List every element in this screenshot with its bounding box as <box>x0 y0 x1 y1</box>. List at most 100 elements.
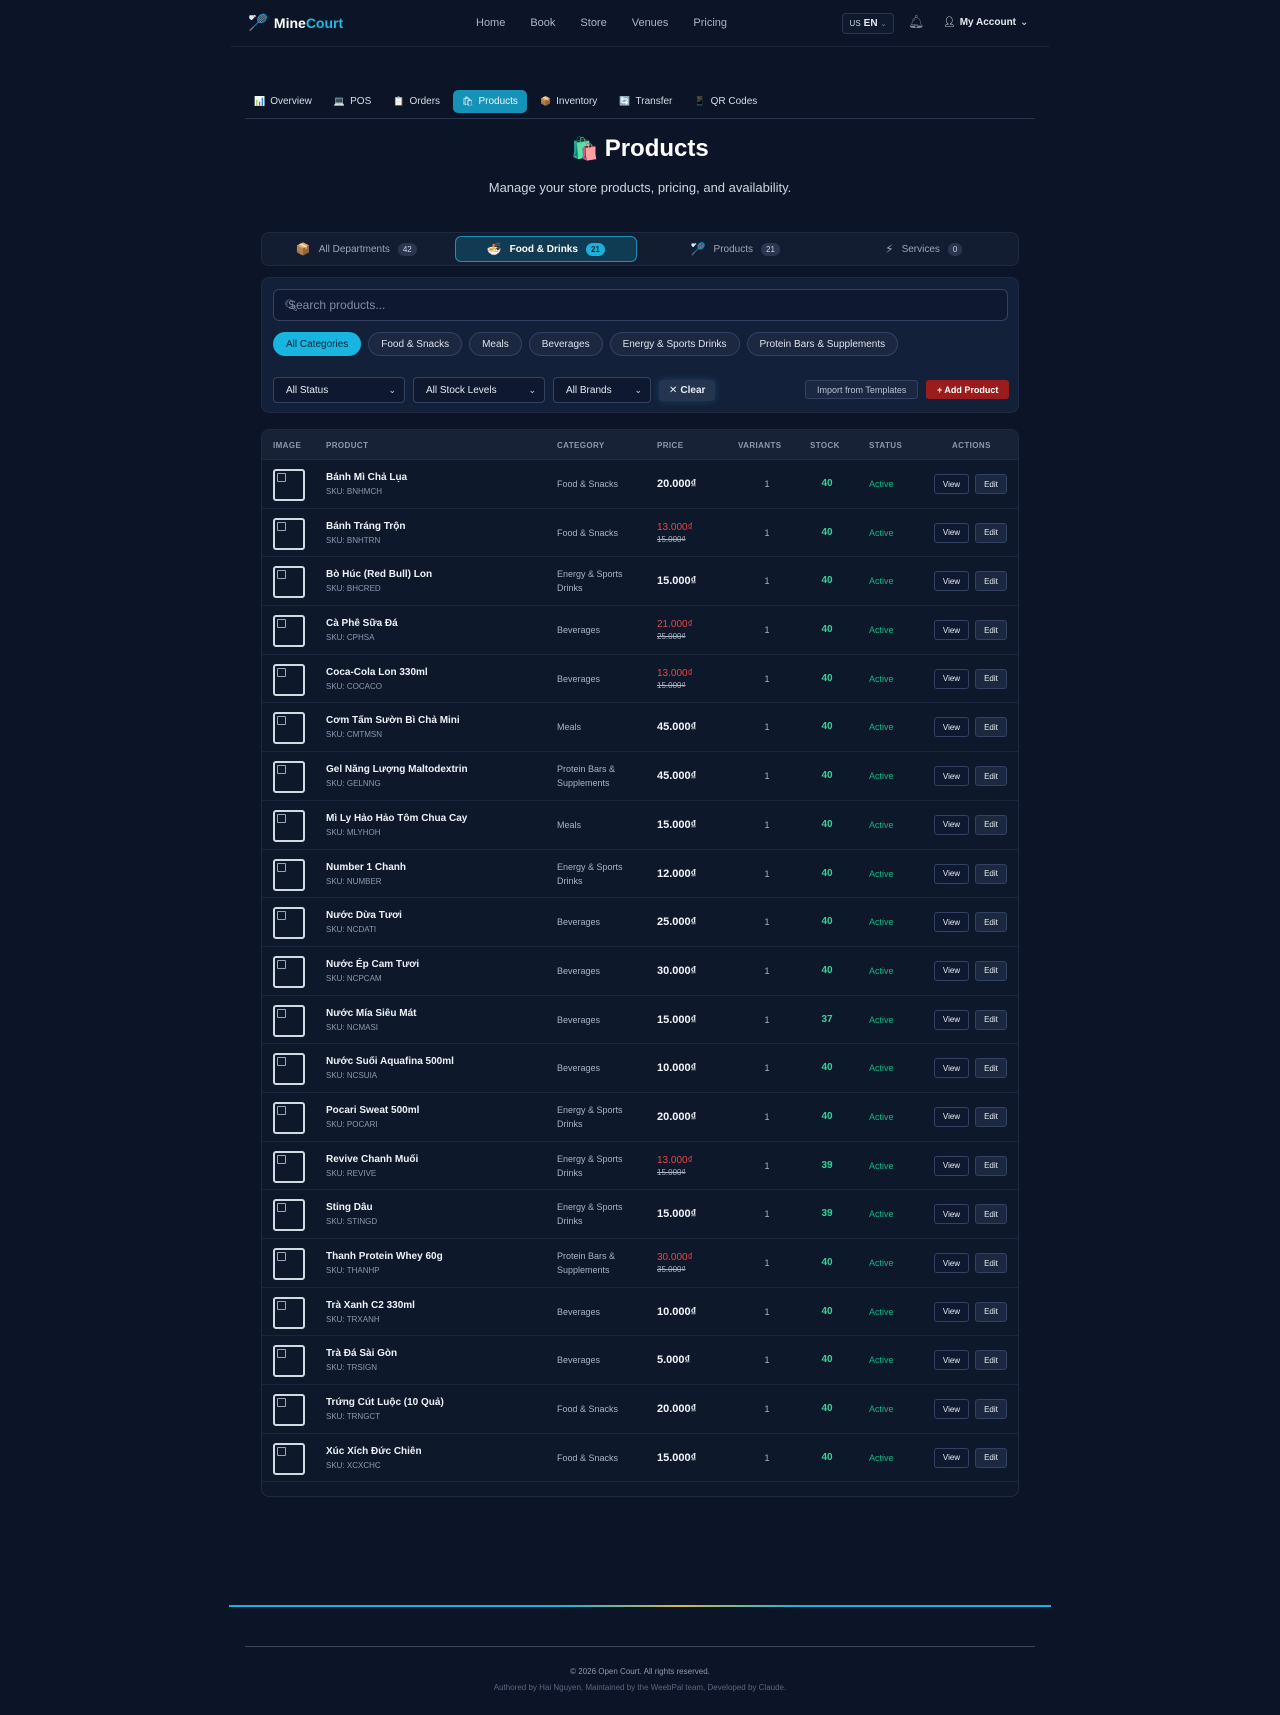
product-name[interactable]: Sting Dâu <box>326 1202 373 1213</box>
product-stock: 40 <box>821 575 833 587</box>
nav-pricing[interactable]: Pricing <box>693 17 727 29</box>
edit-button[interactable]: Edit <box>975 522 1007 543</box>
product-name[interactable]: Thanh Protein Whey 60g <box>326 1251 443 1262</box>
product-name[interactable]: Cơm Tấm Sườn Bì Chả Mini <box>326 715 460 726</box>
view-button[interactable]: View <box>934 912 969 933</box>
bell-icon[interactable]: 🔔︎ <box>908 14 925 30</box>
product-sku: SKU: CMTMSN <box>326 730 382 740</box>
product-name[interactable]: Trà Xanh C2 330ml <box>326 1300 415 1311</box>
category-chip[interactable]: All Categories <box>273 332 362 356</box>
department-tab-products[interactable]: 🏸 Products 21 <box>645 236 826 262</box>
status-select[interactable]: All Status ⌄ <box>273 377 405 403</box>
edit-button[interactable]: Edit <box>975 1106 1007 1127</box>
product-name[interactable]: Bánh Tráng Trộn <box>326 521 405 532</box>
product-name[interactable]: Trứng Cút Luộc (10 Quả) <box>326 1397 444 1408</box>
edit-button[interactable]: Edit <box>975 960 1007 981</box>
view-button[interactable]: View <box>934 1301 969 1322</box>
tab-inventory[interactable]: 📦 Inventory <box>531 90 606 113</box>
clear-filters-button[interactable]: ✕ Clear <box>659 379 716 401</box>
brand-select[interactable]: All Brands ⌄ <box>553 377 651 403</box>
tab-pos[interactable]: 💻 POS <box>325 90 380 113</box>
product-name[interactable]: Trà Đá Sài Gòn <box>326 1348 397 1359</box>
logo[interactable]: 🏸 Mine Court <box>248 13 343 33</box>
product-name[interactable]: Pocari Sweat 500ml <box>326 1105 419 1116</box>
edit-button[interactable]: Edit <box>975 1204 1007 1225</box>
nav-store[interactable]: Store <box>580 17 606 29</box>
view-button[interactable]: View <box>934 1350 969 1371</box>
category-chip[interactable]: Energy & Sports Drinks <box>609 332 740 356</box>
add-product-button[interactable]: + Add Product <box>926 380 1010 399</box>
nav-book[interactable]: Book <box>530 17 555 29</box>
view-button[interactable]: View <box>934 863 969 884</box>
view-button[interactable]: View <box>934 474 969 494</box>
tab-transfer[interactable]: 🔄 Transfer <box>610 90 681 113</box>
edit-button[interactable]: Edit <box>975 1155 1007 1176</box>
edit-button[interactable]: Edit <box>975 1350 1007 1371</box>
stock-select[interactable]: All Stock Levels ⌄ <box>413 377 545 403</box>
view-button[interactable]: View <box>934 814 969 835</box>
edit-button[interactable]: Edit <box>975 620 1007 641</box>
department-tab-food-drinks[interactable]: 🍜 Food & Drinks 21 <box>454 236 637 262</box>
department-tab-services[interactable]: ⚡ Services 0 <box>834 236 1015 262</box>
product-name[interactable]: Bánh Mì Chả Lụa <box>326 472 407 483</box>
product-sku: SKU: GELNNG <box>326 779 381 789</box>
view-button[interactable]: View <box>934 620 969 641</box>
product-name[interactable]: Gel Năng Lượng Maltodextrin <box>326 764 468 775</box>
view-button[interactable]: View <box>934 1106 969 1127</box>
tab-orders[interactable]: 📋 Orders <box>384 90 449 113</box>
product-name[interactable]: Revive Chanh Muối <box>326 1154 418 1165</box>
nav-venues[interactable]: Venues <box>632 17 669 29</box>
edit-button[interactable]: Edit <box>975 1399 1007 1420</box>
edit-button[interactable]: Edit <box>975 474 1007 494</box>
edit-button[interactable]: Edit <box>975 1301 1007 1322</box>
view-button[interactable]: View <box>934 1447 969 1468</box>
view-button[interactable]: View <box>934 522 969 543</box>
edit-button[interactable]: Edit <box>975 668 1007 689</box>
product-name[interactable]: Nước Ép Cam Tươi <box>326 959 419 970</box>
product-name[interactable]: Mì Ly Hảo Hảo Tôm Chua Cay <box>326 813 467 824</box>
view-button[interactable]: View <box>934 1399 969 1420</box>
category-chip[interactable]: Food & Snacks <box>368 332 463 356</box>
edit-button[interactable]: Edit <box>975 766 1007 787</box>
edit-button[interactable]: Edit <box>975 717 1007 738</box>
product-name[interactable]: Nước Mía Siêu Mát <box>326 1008 416 1019</box>
product-name[interactable]: Coca-Cola Lon 330ml <box>326 667 428 678</box>
product-price: 45.000₫ <box>657 752 696 800</box>
edit-button[interactable]: Edit <box>975 814 1007 835</box>
edit-button[interactable]: Edit <box>975 863 1007 884</box>
category-chip[interactable]: Beverages <box>528 332 603 356</box>
product-name[interactable]: Bò Húc (Red Bull) Lon <box>326 569 432 580</box>
view-button[interactable]: View <box>934 1058 969 1079</box>
tab-qr-codes[interactable]: 📱 QR Codes <box>685 90 766 113</box>
view-button[interactable]: View <box>934 1253 969 1273</box>
view-button[interactable]: View <box>934 1204 969 1225</box>
view-button[interactable]: View <box>934 668 969 689</box>
view-button[interactable]: View <box>934 960 969 981</box>
import-templates-button[interactable]: Import from Templates <box>805 380 919 399</box>
view-button[interactable]: View <box>934 571 969 592</box>
tab-products[interactable]: 🛍 Products <box>453 90 527 113</box>
edit-button[interactable]: Edit <box>975 1009 1007 1030</box>
view-button[interactable]: View <box>934 717 969 738</box>
nav-home[interactable]: Home <box>476 17 505 29</box>
product-name[interactable]: Xúc Xích Đức Chiên <box>326 1446 422 1457</box>
language-selector[interactable]: US EN ⌄ <box>842 13 894 34</box>
product-name[interactable]: Cà Phê Sữa Đá <box>326 618 398 629</box>
edit-button[interactable]: Edit <box>975 1058 1007 1079</box>
product-name[interactable]: Nước Suối Aquafina 500ml <box>326 1056 454 1067</box>
account-menu[interactable]: 👤︎ My Account ⌄ <box>943 17 1028 28</box>
product-name[interactable]: Number 1 Chanh <box>326 862 406 873</box>
edit-button[interactable]: Edit <box>975 912 1007 933</box>
tab-overview[interactable]: 📊 Overview <box>245 90 321 113</box>
view-button[interactable]: View <box>934 1155 969 1176</box>
product-name[interactable]: Nước Dừa Tươi <box>326 910 402 921</box>
edit-button[interactable]: Edit <box>975 1447 1007 1468</box>
category-chip[interactable]: Meals <box>469 332 522 356</box>
department-tab-all-departments[interactable]: 📦 All Departments 42 <box>266 236 447 262</box>
edit-button[interactable]: Edit <box>975 571 1007 592</box>
search-input[interactable] <box>284 298 1007 312</box>
view-button[interactable]: View <box>934 1009 969 1030</box>
view-button[interactable]: View <box>934 766 969 787</box>
edit-button[interactable]: Edit <box>975 1253 1007 1273</box>
category-chip[interactable]: Protein Bars & Supplements <box>746 332 899 356</box>
